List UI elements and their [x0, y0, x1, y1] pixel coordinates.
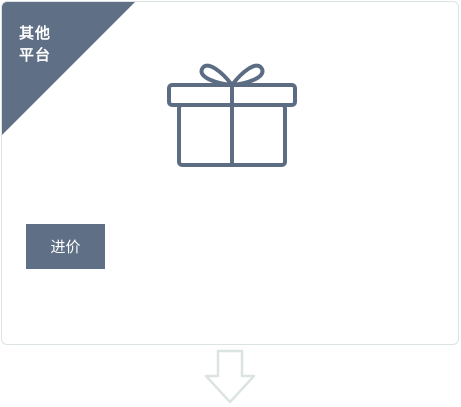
platform-card[interactable]: 其他 平台 进价 [1, 1, 459, 345]
corner-badge-line-1: 其他 [19, 24, 52, 42]
restock-button[interactable]: 进价 [26, 224, 105, 269]
corner-badge-line-2: 平台 [19, 46, 52, 64]
gift-icon [167, 63, 297, 167]
page: 其他 平台 进价 [0, 0, 461, 407]
corner-badge: 其他 平台 [19, 22, 79, 66]
down-arrow-icon [204, 349, 256, 404]
